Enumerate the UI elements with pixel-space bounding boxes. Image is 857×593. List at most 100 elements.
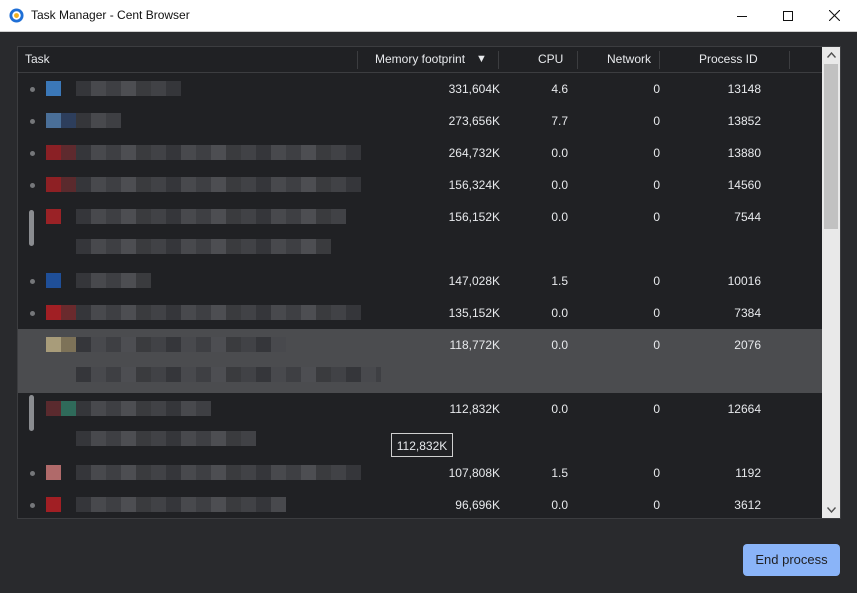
memory-tooltip: 112,832K xyxy=(391,433,453,457)
column-header-memory[interactable]: Memory footprint xyxy=(375,47,465,72)
tab-favicon-icon xyxy=(46,273,61,288)
redacted-task-title xyxy=(76,465,361,480)
memory-footprint-value: 147,028K xyxy=(448,274,500,288)
tab-favicon-icon xyxy=(46,177,61,192)
cpu-value: 0.0 xyxy=(551,210,568,224)
redacted-task-title xyxy=(76,177,361,192)
column-header-cpu[interactable]: CPU xyxy=(538,47,563,72)
process-dot-icon xyxy=(30,311,35,316)
cpu-value: 0.0 xyxy=(551,338,568,352)
redacted-task-title xyxy=(76,401,211,416)
process-id-value: 2076 xyxy=(734,338,761,352)
redacted-task-title xyxy=(76,239,331,254)
maximize-button[interactable] xyxy=(765,0,811,31)
redacted-task-title xyxy=(76,305,361,320)
column-header-task[interactable]: Task xyxy=(25,47,50,72)
redacted-task-title xyxy=(76,337,286,352)
end-process-button[interactable]: End process xyxy=(743,544,840,576)
tab-favicon-icon xyxy=(46,113,61,128)
table-row[interactable]: 135,152K 0.0 0 7384 xyxy=(18,297,822,350)
scrollbar-thumb[interactable] xyxy=(824,64,838,229)
network-value: 0 xyxy=(653,178,660,192)
task-manager-window: Task Manager - Cent Browser Task Memory … xyxy=(0,0,857,593)
process-id-value: 3612 xyxy=(734,498,761,512)
memory-footprint-value: 156,324K xyxy=(448,178,500,192)
process-dot-icon xyxy=(30,87,35,92)
chevron-down-icon xyxy=(826,507,836,513)
column-header-network[interactable]: Network xyxy=(607,47,651,72)
process-id-value: 14560 xyxy=(727,178,761,192)
process-id-value: 10016 xyxy=(727,274,761,288)
minimize-icon xyxy=(737,15,747,17)
redacted-task-title xyxy=(76,497,286,512)
table-row[interactable]: 107,808K 1.5 0 1192 xyxy=(18,457,822,489)
cpu-value: 0.0 xyxy=(551,402,568,416)
network-value: 0 xyxy=(653,274,660,288)
cpu-value: 1.5 xyxy=(551,466,568,480)
redacted-task-title xyxy=(76,81,181,96)
process-dot-icon xyxy=(30,503,35,508)
network-value: 0 xyxy=(653,210,660,224)
title-bar: Task Manager - Cent Browser xyxy=(0,0,857,32)
window-title: Task Manager - Cent Browser xyxy=(31,8,190,22)
network-value: 0 xyxy=(653,114,660,128)
tab-favicon-icon xyxy=(46,337,61,352)
network-value: 0 xyxy=(653,82,660,96)
memory-footprint-value: 156,152K xyxy=(448,210,500,224)
network-value: 0 xyxy=(653,498,660,512)
process-dot-icon xyxy=(30,119,35,124)
vertical-scrollbar[interactable] xyxy=(822,47,840,518)
cpu-value: 0.0 xyxy=(551,498,568,512)
table-row[interactable]: 96,696K 0.0 0 3612 xyxy=(18,489,822,518)
cpu-value: 7.7 xyxy=(551,114,568,128)
network-value: 0 xyxy=(653,466,660,480)
scroll-down-button[interactable] xyxy=(822,502,840,518)
process-group-bar xyxy=(29,395,34,431)
tab-favicon-icon xyxy=(46,465,61,480)
memory-footprint-value: 331,604K xyxy=(448,82,500,96)
table-row[interactable]: 331,604K 4.6 0 13148 xyxy=(18,73,822,105)
redacted-task-title xyxy=(76,209,346,224)
close-icon xyxy=(828,10,840,21)
minimize-button[interactable] xyxy=(719,0,765,31)
memory-footprint-value: 107,808K xyxy=(448,466,500,480)
network-value: 0 xyxy=(653,402,660,416)
table-row[interactable]: 118,772K 0.0 0 2076 xyxy=(18,329,822,393)
process-group-bar xyxy=(29,210,34,246)
process-dot-icon xyxy=(30,279,35,284)
column-divider[interactable] xyxy=(498,51,499,69)
memory-footprint-value: 112,832K xyxy=(449,402,501,416)
maximize-icon xyxy=(783,10,793,21)
table-row[interactable]: 264,732K 0.0 0 13880 xyxy=(18,137,822,169)
process-id-value: 7544 xyxy=(734,210,761,224)
process-id-value: 1192 xyxy=(735,466,761,480)
process-id-value: 13148 xyxy=(727,82,761,96)
table-row[interactable]: 156,152K 0.0 0 7544 xyxy=(18,201,822,265)
column-divider[interactable] xyxy=(659,51,660,69)
close-button[interactable] xyxy=(811,0,857,31)
memory-footprint-value: 264,732K xyxy=(448,146,500,160)
table-row[interactable]: 156,324K 0.0 0 14560 xyxy=(18,169,822,201)
tab-favicon-icon xyxy=(46,497,61,512)
column-divider[interactable] xyxy=(789,51,790,69)
tab-favicon-icon xyxy=(46,145,61,160)
process-id-value: 12664 xyxy=(727,402,761,416)
table-row[interactable]: 273,656K 7.7 0 13852 xyxy=(18,105,822,137)
memory-footprint-value: 273,656K xyxy=(448,114,500,128)
tab-favicon-icon xyxy=(61,113,76,128)
column-header-process-id[interactable]: Process ID xyxy=(699,47,758,72)
process-id-value: 13852 xyxy=(727,114,761,128)
scroll-up-button[interactable] xyxy=(822,47,840,63)
column-divider[interactable] xyxy=(357,51,358,69)
table-row[interactable]: 147,028K 1.5 0 10016 xyxy=(18,265,822,297)
cent-browser-icon xyxy=(9,8,24,23)
tab-favicon-icon xyxy=(61,337,76,352)
cpu-value: 0.0 xyxy=(551,146,568,160)
process-dot-icon xyxy=(30,183,35,188)
redacted-task-title xyxy=(76,431,256,446)
redacted-task-title xyxy=(76,367,381,382)
tab-favicon-icon xyxy=(46,209,61,224)
redacted-task-title xyxy=(76,145,361,160)
tab-favicon-icon xyxy=(46,81,61,96)
column-divider[interactable] xyxy=(577,51,578,69)
